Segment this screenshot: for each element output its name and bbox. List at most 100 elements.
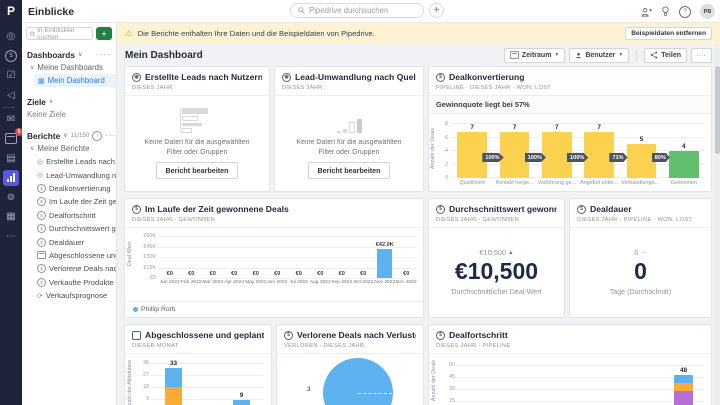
bar-value-label: €0 [403,271,409,277]
card-activities[interactable]: Abgeschlossene und geplante Aktivitäten … [124,324,272,405]
reports-label: Berichte [27,131,60,141]
bar-value-label: €0 [253,271,259,277]
card-deal-duration[interactable]: $ Dealdauer Dieses Jahr · Pipeline · Won… [569,198,712,318]
products-icon[interactable]: ⊚ [3,189,19,205]
period-filter-button[interactable]: Zeitraum ▼ [504,48,566,63]
funnel-stage: 7Kontakt herge... [493,124,535,178]
sidebar-report-item[interactable]: $Dealfortschritt [22,209,116,222]
global-search-input[interactable]: Pipedrive durchsuchen [290,3,424,18]
card-avg-won-value[interactable]: $ Durchschnittswert gewonnener Deals Die… [428,198,565,318]
report-label: Dealdauer [49,238,84,247]
chart-legend[interactable]: Phillip Roth [125,301,423,317]
sidebar-report-item[interactable]: $Dealkonvertierung [22,182,116,195]
deals-icon[interactable]: $ [3,48,19,64]
dashboards-section-header[interactable]: Dashboards ∨ ··· [22,48,116,61]
campaigns-icon[interactable]: ◁ [3,87,19,103]
user-avatar[interactable]: PB [700,4,715,19]
calendar-glyph [37,251,46,259]
dollar-glyph: $ [37,238,46,247]
y-axis-tick: 27 [137,372,149,378]
leads-icon[interactable]: ◎ [3,29,19,45]
sidebar-report-item[interactable]: ◎Lead-Umwandlung nac... [22,168,116,181]
card-filters: Pipeline · Dieses Jahr · Won, Lost [429,82,711,96]
nav-rail: P ◎ $ ☑ ◁ ✉ 5 ▤ ⊚ ▦ ⋯ [0,0,22,405]
kpi-caption: Tage (Durchschnitt) [610,288,672,296]
quick-add-button[interactable]: + [429,3,444,18]
win-rate-note: Gewinnquote liegt bei 57% [429,96,711,114]
scrollbar-thumb[interactable] [715,66,720,154]
sidebar-report-item[interactable]: Abgeschlossene und g... [22,249,116,262]
info-icon[interactable]: i [92,131,102,141]
more-icon: ··· [696,51,707,60]
sidebar-report-item[interactable]: $Verkaufte Produkte [22,276,116,289]
y-axis-tick: 18 [137,384,149,390]
sidebar-item-mein-dashboard[interactable]: ▦ Mein Dashboard [34,74,116,87]
dashboard-more-button[interactable]: ··· [691,48,712,63]
my-reports-group[interactable]: ∨ Meine Berichte [22,142,116,155]
mail-icon[interactable]: ✉ [3,111,19,127]
invite-users-icon[interactable] [641,7,652,17]
x-axis-label: Jun 2022 [267,280,287,285]
card-won-over-time[interactable]: $ Im Laufe der Zeit gewonnene Deals Dies… [124,198,424,318]
card-leads-by-user[interactable]: ◉ Erstellte Leads nach Nutzern Dieses Ja… [124,66,270,192]
y-axis-tick: 60 [443,362,455,368]
sidebar-report-item[interactable]: $Verlorene Deals nach V... [22,262,116,275]
month-column: €0Dec 2022 [396,236,418,278]
gridline [457,401,703,402]
insights-search-input[interactable]: In Einblicken suchen [26,27,93,40]
bar-value-label: €0 [167,271,173,277]
dollar-glyph: $ [37,278,46,287]
card-title: Dealkonvertierung [449,72,524,82]
y-axis-tick: 2 [436,162,448,168]
contacts-icon[interactable]: ▤ [3,150,19,166]
edit-report-button[interactable]: Bericht bearbeiten [156,162,237,179]
card-filters: Dieses Jahr · Gewonnen [429,214,564,228]
user-filter-button[interactable]: Benutzer ▼ [569,48,629,63]
trend-up-icon: ▲ [508,250,513,256]
sidebar-report-item[interactable]: $Im Laufe der Zeit gewo... [22,195,116,208]
remove-sample-data-button[interactable]: Beispieldaten entfernen [625,27,712,40]
suggestions-bulb-icon[interactable] [661,6,670,17]
apps-icon[interactable]: ▦ [3,209,19,225]
activity-report-icon [37,251,46,259]
sidebar-report-item[interactable]: $Dealdauer [22,235,116,248]
lead-icon: ◉ [282,73,291,82]
more-icon[interactable]: ⋯ [3,228,19,244]
lead-icon: ◉ [132,73,141,82]
pipedrive-logo[interactable]: P [7,3,15,19]
x-axis-label: Oct 2022 [353,280,373,285]
card-deal-conversion[interactable]: $ Dealkonvertierung Pipeline · Dieses Ja… [428,66,712,192]
y-axis-tick: 6 [436,135,448,141]
activities-icon[interactable]: 5 [3,131,19,147]
stacked-bar [165,368,182,405]
help-icon[interactable]: ? [679,6,691,18]
reports-more-icon[interactable]: ··· [105,131,116,140]
insights-icon[interactable] [3,170,19,186]
dashboards-more-icon[interactable]: ··· [100,50,111,59]
share-button[interactable]: Teilen [644,48,687,63]
card-title: Im Laufe der Zeit gewonnene Deals [145,204,289,214]
card-lost-reasons[interactable]: $ Verlorene Deals nach Verlustgründen Ve… [276,324,424,405]
sidebar-report-item[interactable]: ⟳Verkaufsprognose [22,289,116,302]
goals-section-header[interactable]: Ziele ∨ [22,95,116,108]
delta-value: 0 [634,248,638,257]
my-dashboards-group[interactable]: ∨ Meine Dashboards [22,61,116,74]
reports-count: 11/150 [71,132,90,139]
funnel-chart: Anzahl der Deals 864207Qualifiziert7Kont… [429,114,711,191]
report-label: Durchschnittswert gew... [49,224,116,233]
card-lead-conversion[interactable]: ◉ Lead-Umwandlung nach Quellen Dieses Ja… [274,66,424,192]
funnel-stage: 7Vorführung ge... [536,124,578,178]
projects-icon[interactable]: ☑ [3,68,19,84]
reports-section-header[interactable]: Berichte ∨ 11/150 i ··· [22,129,116,142]
gridline [457,377,703,378]
empty-chart-placeholder [180,107,214,133]
x-axis-label: May 2022 [245,280,266,285]
sidebar-report-item[interactable]: ◎Erstellte Leads nach N... [22,155,116,168]
create-new-button[interactable]: + [96,27,112,40]
funnel-stage: 5Verhandlungen... [620,124,662,178]
month-bar [377,249,392,278]
sidebar-report-item[interactable]: $Durchschnittswert gew... [22,222,116,235]
month-column: €0Sep 2022 [331,236,353,278]
edit-report-button[interactable]: Bericht bearbeiten [308,162,389,179]
card-deal-progress[interactable]: $ Dealfortschritt Dieses Jahr · Pipeline… [428,324,712,405]
